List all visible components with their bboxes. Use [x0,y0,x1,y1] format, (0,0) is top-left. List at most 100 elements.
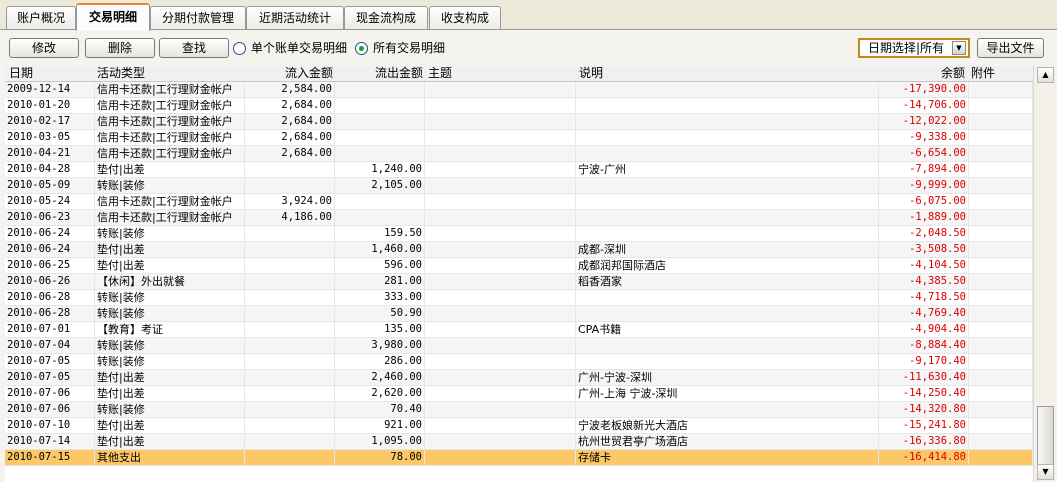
cell-type: 信用卡还款|工行理财金帐户 [95,82,245,98]
cell-balance: -11,630.40 [879,370,969,386]
scroll-thumb[interactable] [1037,406,1054,472]
tab-transaction-details[interactable]: 交易明细 [76,3,150,31]
table-row[interactable]: 2010-06-24 转账|装修 159.50 -2,048.50 [5,226,1033,242]
cell-inflow [245,450,335,466]
col-header-description[interactable]: 说明 [577,66,877,82]
table-row[interactable]: 2010-05-24 信用卡还款|工行理财金帐户 3,924.00 -6,075.00 [5,194,1033,210]
cell-type: 信用卡还款|工行理财金帐户 [95,194,245,210]
scroll-down-icon[interactable]: ▼ [1037,464,1054,480]
tab-recent-activity-stats[interactable]: 近期活动统计 [246,6,344,30]
cell-outflow: 1,240.00 [335,162,425,178]
tab-cashflow-composition[interactable]: 现金流构成 [344,6,428,30]
cell-inflow: 2,684.00 [245,146,335,162]
cell-subject [425,114,576,130]
cell-description: 成都润邦国际酒店 [576,258,879,274]
cell-balance: -6,075.00 [879,194,969,210]
cell-inflow [245,290,335,306]
cell-type: 【教育】考证 [95,322,245,338]
cell-description: 成都-深圳 [576,242,879,258]
cell-subject [425,354,576,370]
radio-single-statement[interactable]: 单个账单交易明细 [233,40,347,56]
table-row[interactable]: 2010-07-06 转账|装修 70.40 -14,320.80 [5,402,1033,418]
col-header-inflow[interactable]: 流入金额 [245,66,335,82]
cell-attachment [969,450,1033,466]
cell-subject [425,274,576,290]
tab-income-expense-composition[interactable]: 收支构成 [429,6,501,30]
cell-attachment [969,242,1033,258]
table-row[interactable]: 2010-02-17 信用卡还款|工行理财金帐户 2,684.00 -12,022.0… [5,114,1033,130]
cell-balance: -2,048.50 [879,226,969,242]
cell-description [576,130,879,146]
radio-checked-icon [355,41,368,55]
table-row[interactable]: 2010-04-28 垫付|出差 1,240.00 宁波-广州 -7,894.00 [5,162,1033,178]
cell-subject [425,370,576,386]
table-row[interactable]: 2010-01-20 信用卡还款|工行理财金帐户 2,684.00 -14,706.0… [5,98,1033,114]
cell-inflow: 4,186.00 [245,210,335,226]
cell-date: 2010-07-01 [5,322,95,338]
cell-date: 2010-07-04 [5,338,95,354]
table-row[interactable]: 2010-06-26 【休闲】外出就餐 281.00 稻香酒家 -4,385.50 [5,274,1033,290]
cell-outflow: 50.90 [335,306,425,322]
table-row[interactable]: 2010-04-21 信用卡还款|工行理财金帐户 2,684.00 -6,654.00 [5,146,1033,162]
cell-description [576,402,879,418]
cell-type: 信用卡还款|工行理财金帐户 [95,210,245,226]
cell-description: 广州-宁波-深圳 [576,370,879,386]
table-row[interactable]: 2010-07-06 垫付|出差 2,620.00 广州-上海 宁波-深圳 -14,25… [5,386,1033,402]
cell-date: 2010-04-21 [5,146,95,162]
tab-account-overview[interactable]: 账户概况 [6,6,76,30]
table-row[interactable]: 2010-06-23 信用卡还款|工行理财金帐户 4,186.00 -1,889.00 [5,210,1033,226]
table-row[interactable]: 2010-07-05 垫付|出差 2,460.00 广州-宁波-深圳 -11,630.4… [5,370,1033,386]
cell-date: 2010-06-28 [5,290,95,306]
cell-subject [425,178,576,194]
cell-description [576,146,879,162]
cell-balance: -16,336.80 [879,434,969,450]
cell-balance: -4,385.50 [879,274,969,290]
edit-button[interactable]: 修改 [9,38,79,58]
cell-type: 信用卡还款|工行理财金帐户 [95,98,245,114]
cell-balance: -4,718.50 [879,290,969,306]
cell-description: 杭州世贸君亭广场酒店 [576,434,879,450]
cell-attachment [969,402,1033,418]
table-row[interactable]: 2010-07-14 垫付|出差 1,095.00 杭州世贸君亭广场酒店 -16,336… [5,434,1033,450]
col-header-balance[interactable]: 余额 [879,66,967,82]
scroll-up-icon[interactable]: ▲ [1037,67,1054,83]
table-row[interactable]: 2009-12-14 信用卡还款|工行理财金帐户 2,584.00 -17,390.0… [5,82,1033,98]
vertical-scrollbar[interactable]: ▲ ▼ [1033,66,1057,482]
cell-balance: -16,414.80 [879,450,969,466]
cell-description [576,354,879,370]
col-header-subject[interactable]: 主题 [426,66,574,82]
table-row[interactable]: 2010-05-09 转账|装修 2,105.00 -9,999.00 [5,178,1033,194]
date-select-value: 日期选择|所有 [868,41,945,55]
table-row[interactable]: 2010-07-10 垫付|出差 921.00 宁波老板娘新光大酒店 -15,241.8… [5,418,1033,434]
export-file-button[interactable]: 导出文件 [977,38,1044,58]
find-button[interactable]: 查找 [159,38,229,58]
col-header-type[interactable]: 活动类型 [95,66,243,82]
cell-date: 2010-07-05 [5,354,95,370]
cell-date: 2010-07-05 [5,370,95,386]
table-row[interactable]: 2010-07-15 其他支出 78.00 存储卡 -16,414.80 [5,450,1033,466]
col-header-outflow[interactable]: 流出金额 [335,66,425,82]
cell-description: CPA书籍 [576,322,879,338]
cell-subject [425,402,576,418]
cell-balance: -9,338.00 [879,130,969,146]
table-row[interactable]: 2010-07-05 转账|装修 286.00 -9,170.40 [5,354,1033,370]
table-row[interactable]: 2010-03-05 信用卡还款|工行理财金帐户 2,684.00 -9,338.00 [5,130,1033,146]
cell-type: 转账|装修 [95,354,245,370]
chevron-down-icon[interactable]: ▼ [952,41,966,55]
delete-button[interactable]: 删除 [85,38,155,58]
cell-attachment [969,338,1033,354]
table-row[interactable]: 2010-06-28 转账|装修 50.90 -4,769.40 [5,306,1033,322]
radio-all-transactions[interactable]: 所有交易明细 [355,40,445,56]
cell-type: 垫付|出差 [95,370,245,386]
col-header-date[interactable]: 日期 [7,66,93,82]
col-header-attachment[interactable]: 附件 [969,66,1029,82]
cell-description [576,178,879,194]
table-row[interactable]: 2010-06-25 垫付|出差 596.00 成都润邦国际酒店 -4,104.50 [5,258,1033,274]
cell-date: 2010-05-09 [5,178,95,194]
tab-installment-management[interactable]: 分期付款管理 [150,6,246,30]
table-row[interactable]: 2010-07-04 转账|装修 3,980.00 -8,884.40 [5,338,1033,354]
date-select-dropdown[interactable]: 日期选择|所有 ▼ [858,38,970,58]
table-row[interactable]: 2010-06-28 转账|装修 333.00 -4,718.50 [5,290,1033,306]
table-row[interactable]: 2010-07-01 【教育】考证 135.00 CPA书籍 -4,904.40 [5,322,1033,338]
table-row[interactable]: 2010-06-24 垫付|出差 1,460.00 成都-深圳 -3,508.50 [5,242,1033,258]
